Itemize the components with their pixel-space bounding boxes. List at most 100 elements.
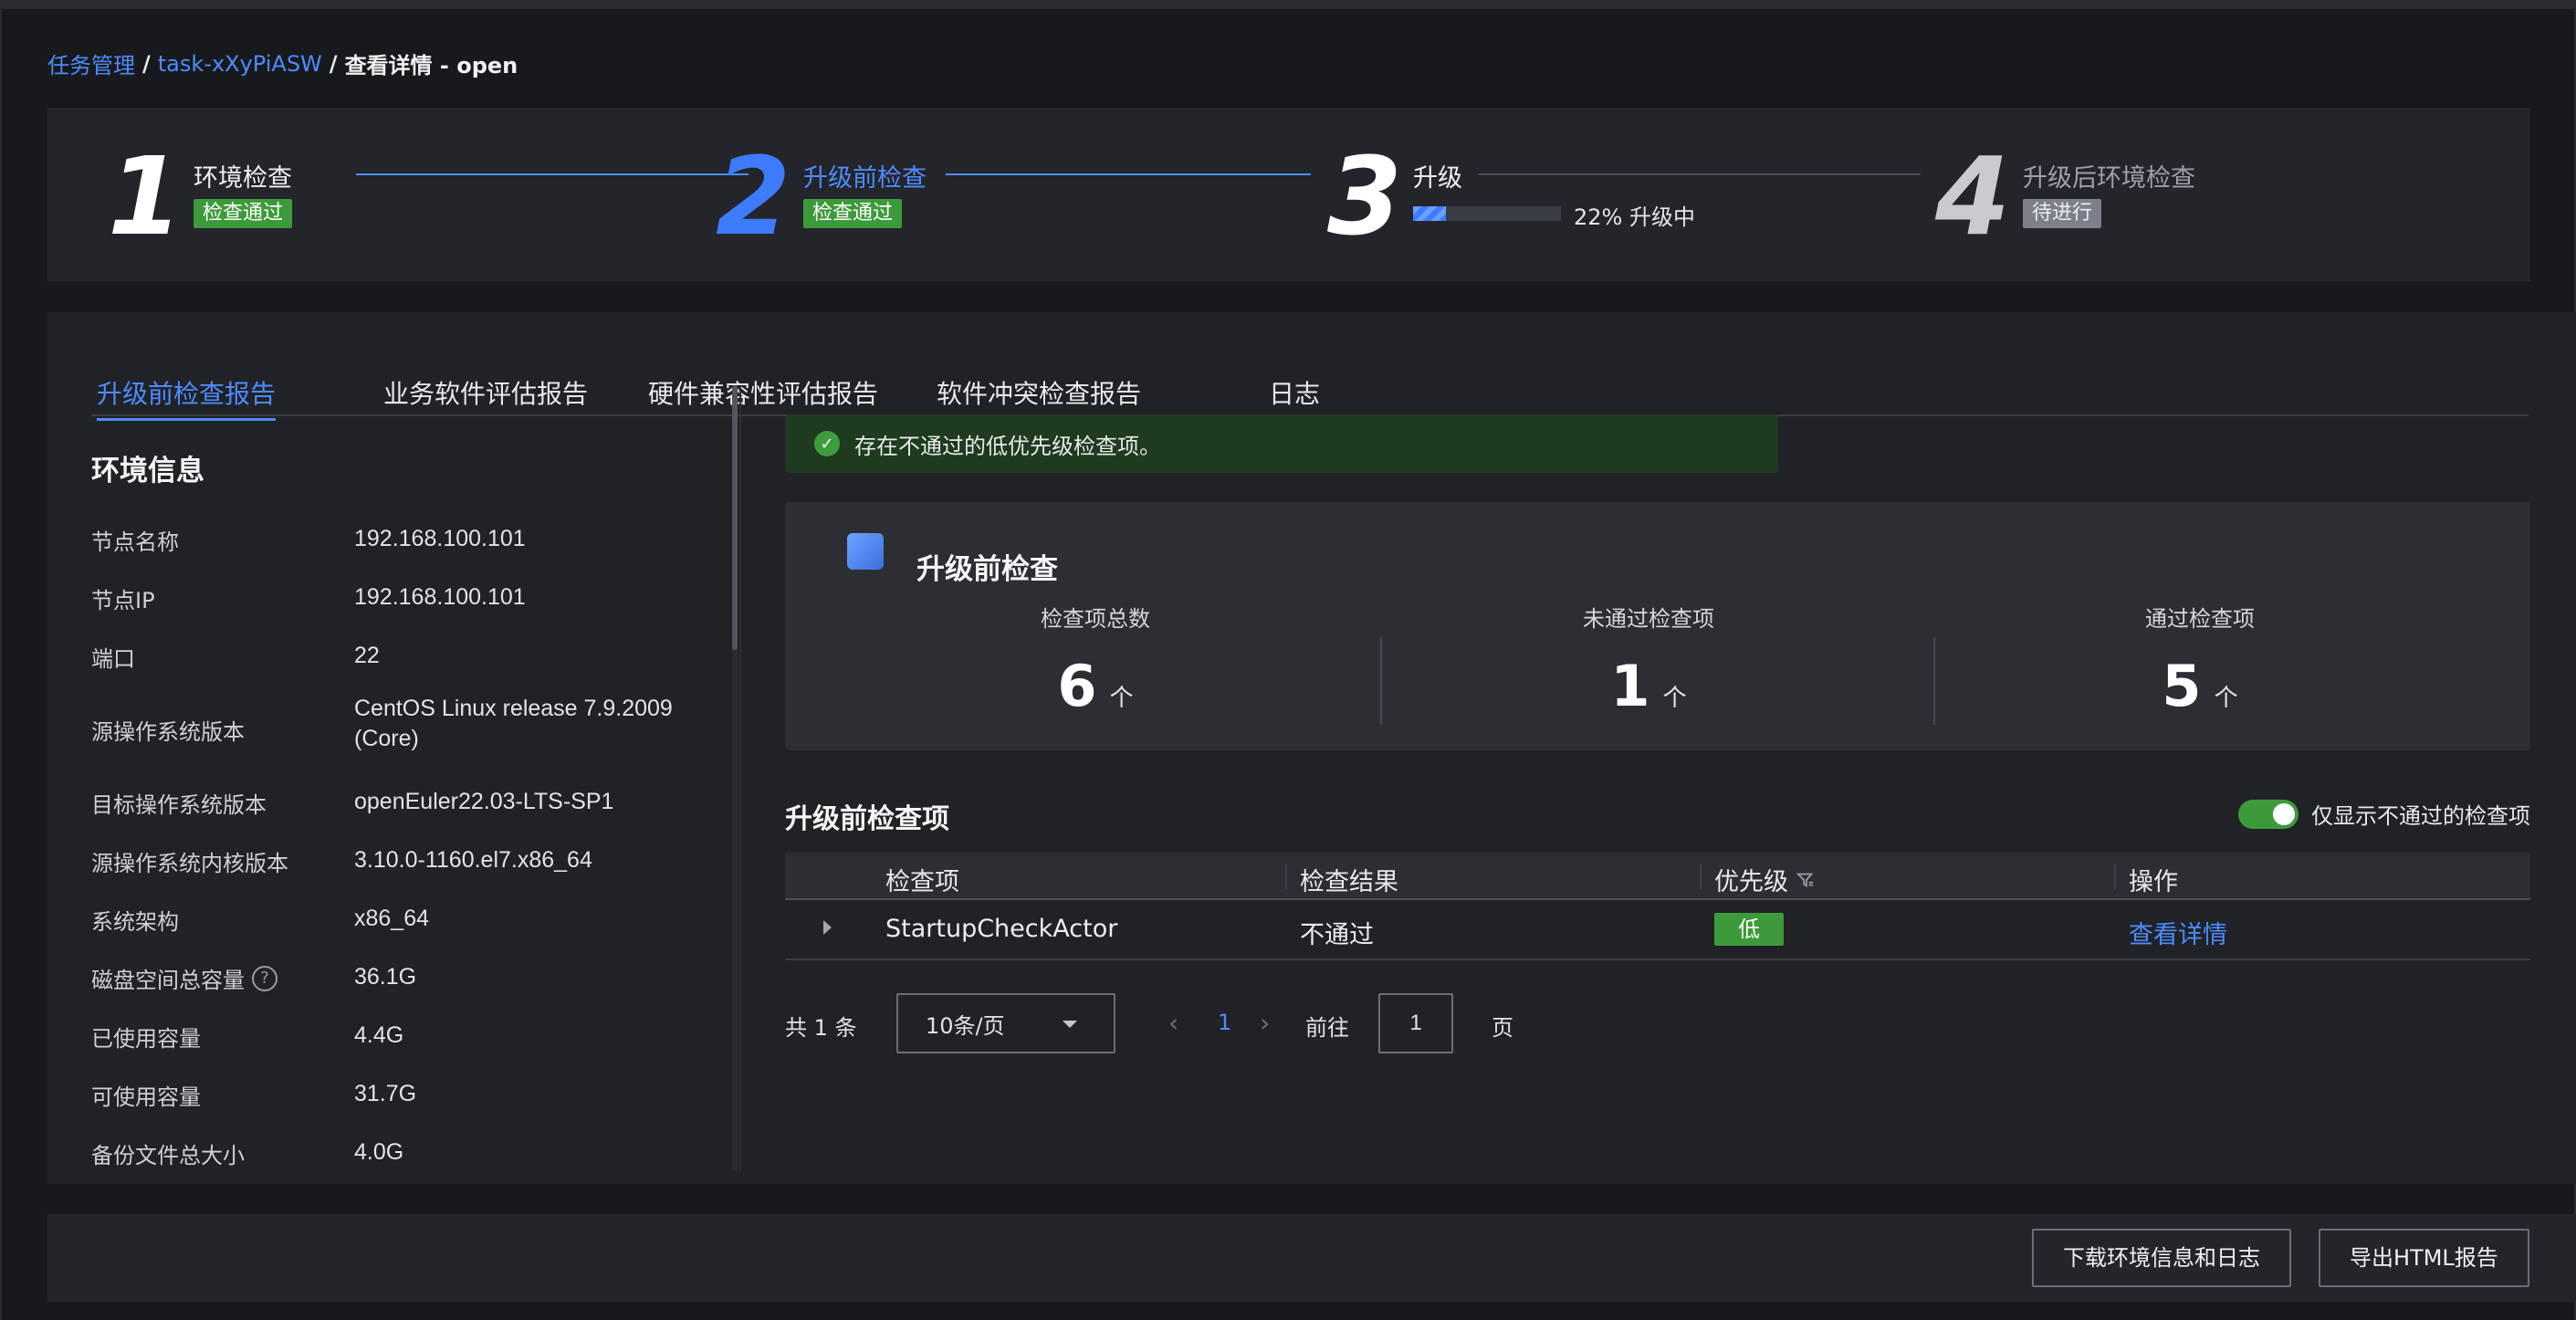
page-size-value: 10条/页	[926, 1012, 1005, 1039]
column-header-priority-label: 优先级	[1714, 868, 1788, 896]
upgrade-progress-fill	[1413, 206, 1446, 221]
failed-only-filter: 仅显示不通过的检查项	[2238, 798, 2530, 830]
check-circle-icon: ✓	[814, 431, 840, 456]
column-separator	[1285, 864, 1287, 889]
view-details-link[interactable]: 查看详情	[2129, 915, 2227, 950]
env-value: 4.4G	[354, 1022, 404, 1048]
env-label: 节点名称	[91, 529, 179, 555]
stat-passed: 通过检查项 5 个	[1963, 601, 2437, 719]
breadcrumb: 任务管理 / task-xXyPiASW / 查看详情 - open	[47, 47, 518, 79]
priority-badge: 低	[1714, 913, 1784, 946]
env-label: 端口	[91, 646, 135, 672]
stat-number: 6	[1057, 653, 1097, 719]
stat-label: 未通过检查项	[1583, 606, 1714, 632]
page-size-select[interactable]: 10条/页	[896, 993, 1115, 1053]
filter-icon[interactable]	[1796, 870, 1816, 890]
step-3-connector	[1479, 173, 1921, 175]
tab-pre-upgrade-report[interactable]: 升级前检查报告	[97, 374, 277, 421]
pre-check-summary: 升级前检查 检查项总数 6 个 未通过检查项 1 个 通过检查项 5 个	[785, 502, 2530, 750]
step-1-status-badge: 检查通过	[194, 199, 293, 228]
current-page[interactable]: 1	[1218, 1010, 1231, 1035]
stat-divider	[1380, 637, 1382, 725]
env-label: 源操作系统内核版本	[91, 851, 288, 876]
column-header-item: 检查项	[885, 868, 959, 896]
column-header-result: 检查结果	[1300, 868, 1398, 896]
check-items-title: 升级前检查项	[785, 803, 949, 835]
upgrade-progress-text: 22% 升级中	[1574, 204, 1695, 230]
step-1-number: 1	[108, 133, 183, 259]
env-value: openEuler22.03-LTS-SP1	[354, 789, 614, 814]
env-value: 192.168.100.101	[354, 526, 526, 551]
environment-info-title: 环境信息	[91, 455, 204, 487]
env-label-text: 磁盘空间总容量	[91, 968, 245, 993]
step-2-title: 升级前检查	[803, 164, 927, 193]
step-2-status-badge: 检查通过	[803, 199, 903, 228]
upgrade-progress-bar	[1413, 206, 1561, 221]
report-tabs: 升级前检查报告 业务软件评估报告 硬件兼容性评估报告 软件冲突检查报告 日志	[91, 347, 2529, 421]
env-scrollbar-thumb[interactable]	[732, 385, 738, 650]
stat-number: 5	[2162, 653, 2202, 719]
stat-divider	[1933, 637, 1935, 725]
env-value: 36.1G	[354, 964, 417, 990]
download-env-logs-button[interactable]: 下载环境信息和日志	[2032, 1229, 2291, 1287]
goto-label: 前往	[1305, 1015, 1349, 1041]
env-value: 3.10.0-1160.el7.x86_64	[354, 847, 592, 873]
pagination-total: 共 1 条	[785, 1015, 857, 1041]
column-separator	[2114, 864, 2116, 889]
stat-unit: 个	[1109, 685, 1134, 712]
env-label: 磁盘空间总容量 ?	[91, 962, 277, 994]
env-label: 源操作系统版本	[91, 719, 245, 745]
column-header-action: 操作	[2129, 868, 2178, 896]
tab-software-conflict-report[interactable]: 软件冲突检查报告	[937, 374, 1141, 418]
stat-unit: 个	[1662, 685, 1687, 712]
column-separator	[1700, 864, 1702, 889]
breadcrumb-separator: /	[142, 50, 151, 77]
export-html-report-button[interactable]: 导出HTML报告	[2319, 1229, 2529, 1287]
table-header: 检查项 检查结果 优先级 操作	[785, 853, 2530, 900]
stat-unit: 个	[2214, 685, 2238, 712]
step-2-number: 2	[716, 133, 791, 259]
env-value: CentOS Linux release 7.9.2009 (Core)	[354, 696, 673, 751]
env-value: 192.168.100.101	[354, 584, 526, 610]
env-value: x86_64	[354, 906, 430, 931]
summary-title: 升级前检查	[916, 553, 1058, 586]
tab-logs[interactable]: 日志	[1269, 374, 1320, 418]
env-value: 22	[354, 643, 380, 668]
step-1-title: 环境检查	[194, 164, 292, 193]
expand-row-icon[interactable]	[823, 920, 832, 935]
next-page-button[interactable]: ›	[1260, 1008, 1270, 1038]
tab-business-software-report[interactable]: 业务软件评估报告	[383, 374, 588, 418]
help-icon[interactable]: ?	[252, 965, 277, 991]
env-value: 31.7G	[354, 1081, 417, 1106]
stat-value: 5 个	[2162, 653, 2237, 719]
env-label: 可使用容量	[91, 1084, 201, 1110]
failed-only-toggle[interactable]	[2238, 799, 2299, 829]
stat-number: 1	[1610, 653, 1650, 719]
stat-total: 检查项总数 6 个	[858, 601, 1333, 719]
env-scrollbar[interactable]	[732, 385, 738, 1170]
env-value: 4.0G	[354, 1139, 404, 1165]
app-frame: 任务管理 / task-xXyPiASW / 查看详情 - open 1 环境检…	[0, 0, 2576, 1320]
step-2-connector	[946, 173, 1311, 175]
summary-square-icon	[847, 533, 884, 570]
report-panel: 升级前检查报告 业务软件评估报告 硬件兼容性评估报告 软件冲突检查报告 日志 环…	[47, 312, 2576, 1184]
chevron-down-icon	[1063, 1021, 1077, 1028]
breadcrumb-task-link[interactable]: task-xXyPiASW	[158, 51, 322, 77]
goto-page-input[interactable]	[1378, 993, 1453, 1053]
upgrade-steps: 1 环境检查 检查通过 2 升级前检查 检查通过 3 升级 22% 升级中 4 …	[47, 108, 2530, 281]
step-1-connector	[356, 173, 749, 175]
step-3-number: 3	[1327, 133, 1403, 259]
cell-result: 不通过	[1300, 921, 1374, 949]
tab-hardware-compat-report[interactable]: 硬件兼容性评估报告	[648, 374, 878, 418]
breadcrumb-task-management-link[interactable]: 任务管理	[47, 47, 135, 79]
stat-label: 检查项总数	[1041, 606, 1150, 632]
env-label: 节点IP	[91, 588, 155, 613]
stat-value: 1 个	[1610, 653, 1686, 719]
table-row: StartupCheckActor 不通过 低 查看详情	[785, 900, 2530, 960]
pagination: 共 1 条 10条/页 ‹ 1 › 前往 页	[785, 993, 2530, 1053]
prev-page-button[interactable]: ‹	[1168, 1008, 1178, 1038]
step-4-title: 升级后环境检查	[2023, 164, 2195, 193]
env-label: 系统架构	[91, 909, 179, 935]
stat-failed: 未通过检查项 1 个	[1411, 601, 1886, 719]
stat-label: 通过检查项	[2145, 606, 2255, 632]
